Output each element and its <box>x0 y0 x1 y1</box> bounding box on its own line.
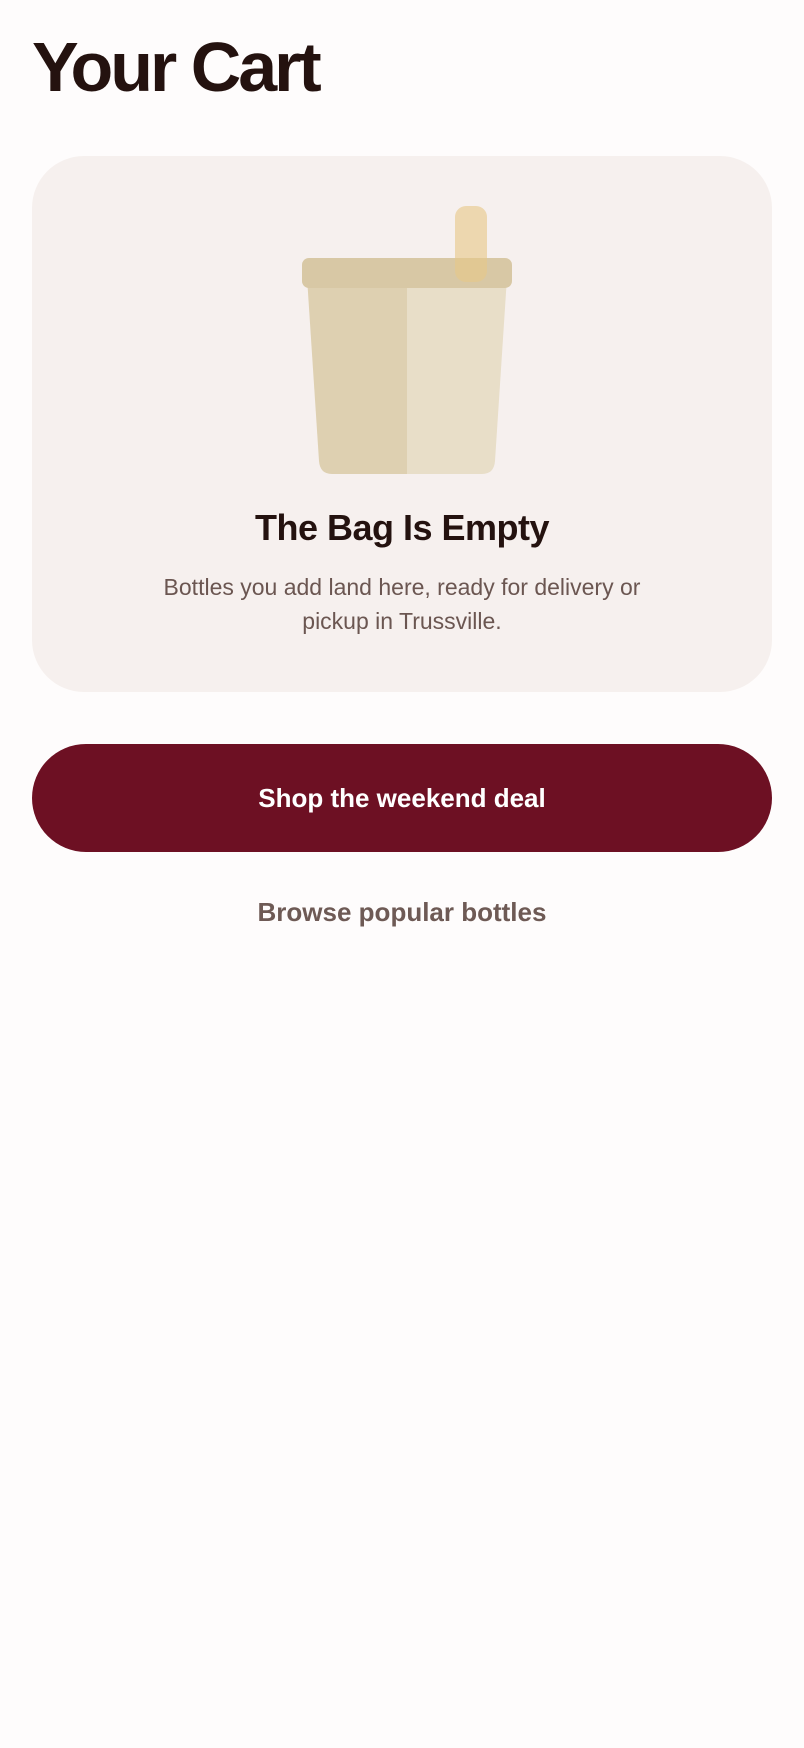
page-title: Your Cart <box>32 28 322 106</box>
shopping-bag-icon <box>302 206 512 474</box>
empty-state-description: Bottles you add land here, ready for del… <box>163 574 641 634</box>
empty-state-title: The Bag Is Empty <box>254 507 550 548</box>
shop-weekend-deal-button[interactable]: Shop the weekend deal <box>32 744 772 852</box>
browse-popular-bottles-link[interactable]: Browse popular bottles <box>32 892 772 932</box>
empty-cart-card: The Bag Is Empty Bottles you add land he… <box>32 156 772 692</box>
